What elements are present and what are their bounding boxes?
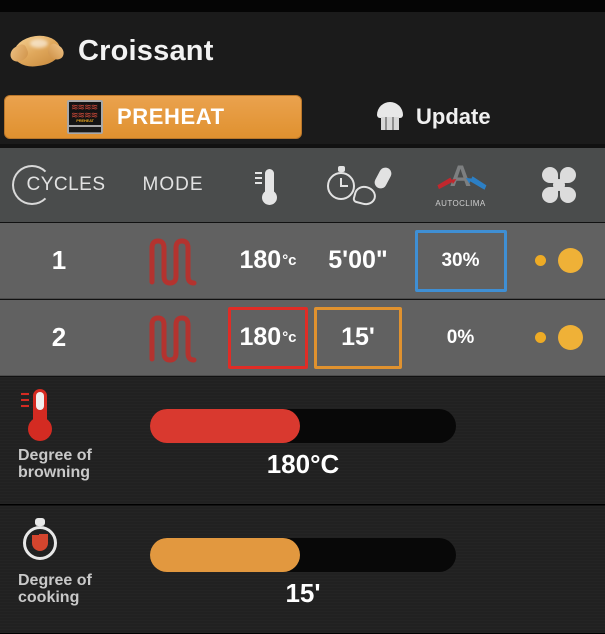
cycle-time-cell[interactable]: 5'00" bbox=[308, 223, 408, 299]
cycle-number: 2 bbox=[51, 322, 67, 352]
cooking-label-group: Degree of cooking bbox=[18, 514, 138, 606]
temperature-value: 180 bbox=[239, 323, 282, 351]
action-bar: ≋≋≋≋ ≋≋≋≋ PREHEAT PREHEAT Update bbox=[0, 90, 605, 144]
time-value-box[interactable]: 5'00" bbox=[317, 237, 399, 284]
fan-icon bbox=[540, 166, 578, 204]
title-bar: Croissant bbox=[0, 12, 605, 90]
oven-icon-label: PREHEAT bbox=[76, 118, 94, 123]
humidity-value-box[interactable]: 0% bbox=[436, 318, 485, 358]
autoclima-wordmark: AUTOCLIMA bbox=[435, 199, 486, 208]
column-header-fan[interactable] bbox=[513, 148, 605, 222]
cooking-slider-track[interactable] bbox=[150, 538, 456, 572]
red-thermometer-icon bbox=[18, 385, 58, 441]
temperature-value-box[interactable]: 180 °c bbox=[228, 237, 307, 284]
browning-slider-fill[interactable] bbox=[150, 409, 300, 443]
column-header-temperature[interactable] bbox=[228, 148, 308, 222]
cycle-temperature-cell[interactable]: 180 °c bbox=[228, 300, 308, 376]
humidity-value-box[interactable]: 30% bbox=[414, 229, 507, 292]
temperature-unit: °c bbox=[282, 329, 297, 346]
fan-dot-small-icon bbox=[535, 332, 546, 343]
heating-coil-icon bbox=[146, 236, 200, 286]
cooking-value: 15' bbox=[285, 578, 321, 608]
browning-label-group: Degree of browning bbox=[18, 385, 138, 481]
preheat-button[interactable]: ≋≋≋≋ ≋≋≋≋ PREHEAT PREHEAT bbox=[4, 95, 302, 139]
stopwatch-brush-icon bbox=[327, 164, 394, 208]
cycle-humidity-cell[interactable]: 30% bbox=[408, 223, 513, 299]
fan-dot-large-icon bbox=[558, 325, 583, 350]
browning-caption: Degree of browning bbox=[18, 447, 92, 481]
cooking-slider-fill[interactable] bbox=[150, 538, 300, 572]
page-title: Croissant bbox=[78, 34, 214, 67]
cycle-humidity-cell[interactable]: 0% bbox=[408, 300, 513, 376]
temperature-value: 180 bbox=[239, 246, 282, 274]
column-header-autoclima[interactable]: A AUTOCLIMA bbox=[408, 148, 513, 222]
heating-coil-icon bbox=[146, 313, 200, 363]
chef-hat-icon bbox=[377, 102, 403, 132]
cycle-fan-cell[interactable] bbox=[513, 223, 605, 299]
thermometer-icon bbox=[253, 165, 283, 205]
browning-slider-panel: Degree of browning 180°C bbox=[0, 377, 605, 505]
cooking-slider-panel: Degree of cooking 15' bbox=[0, 506, 605, 634]
cycle-temperature-cell[interactable]: 180 °c bbox=[228, 223, 308, 299]
cycle-number: 1 bbox=[51, 245, 67, 275]
column-header-mode[interactable]: MODE bbox=[118, 148, 228, 222]
cycle-fan-cell[interactable] bbox=[513, 300, 605, 376]
table-row[interactable]: 1 180 °c 5'00" 30% bbox=[0, 223, 605, 299]
time-value: 5'00" bbox=[328, 246, 388, 274]
croissant-icon bbox=[7, 28, 67, 74]
time-value-box[interactable]: 15' bbox=[314, 306, 402, 369]
mode-label: MODE bbox=[142, 174, 204, 195]
cycle-time-cell[interactable]: 15' bbox=[308, 300, 408, 376]
time-value: 15' bbox=[341, 323, 375, 351]
browning-value: 180°C bbox=[266, 449, 340, 479]
temperature-unit: °c bbox=[282, 252, 297, 269]
temperature-value-box[interactable]: 180 °c bbox=[228, 306, 308, 369]
column-header-cycles[interactable]: CYCLES bbox=[0, 148, 118, 222]
stopwatch-icon bbox=[18, 514, 64, 566]
preheat-button-label: PREHEAT bbox=[117, 104, 225, 129]
cooking-caption-line1: Degree of bbox=[18, 572, 92, 589]
humidity-value: 0% bbox=[446, 326, 475, 348]
fan-dot-large-icon bbox=[558, 248, 583, 273]
browning-caption-line1: Degree of bbox=[18, 447, 92, 464]
update-button[interactable]: Update bbox=[377, 102, 491, 132]
browning-slider-track[interactable] bbox=[150, 409, 456, 443]
table-row[interactable]: 2 180 °c 15' 0% bbox=[0, 300, 605, 376]
column-header-time[interactable] bbox=[308, 148, 408, 222]
cooking-caption: Degree of cooking bbox=[18, 572, 92, 606]
column-header-row: CYCLES MODE A AUTOCLIMA bbox=[0, 148, 605, 222]
cycle-mode-cell[interactable] bbox=[118, 300, 228, 376]
humidity-value: 30% bbox=[441, 249, 480, 271]
top-strip bbox=[0, 0, 605, 12]
browning-caption-line2: browning bbox=[18, 464, 90, 481]
cycle-mode-cell[interactable] bbox=[118, 223, 228, 299]
update-button-label: Update bbox=[416, 104, 491, 129]
cooking-caption-line2: cooking bbox=[18, 589, 80, 606]
fan-dot-small-icon bbox=[535, 255, 546, 266]
oven-control-screen: Croissant ≋≋≋≋ ≋≋≋≋ PREHEAT PREHEAT Updat… bbox=[0, 0, 605, 634]
oven-preheat-icon: ≋≋≋≋ ≋≋≋≋ PREHEAT bbox=[67, 100, 103, 134]
cycles-arc-icon bbox=[12, 165, 53, 205]
autoclima-logo-icon: A AUTOCLIMA bbox=[423, 162, 499, 208]
autoclima-letter: A bbox=[449, 160, 472, 193]
